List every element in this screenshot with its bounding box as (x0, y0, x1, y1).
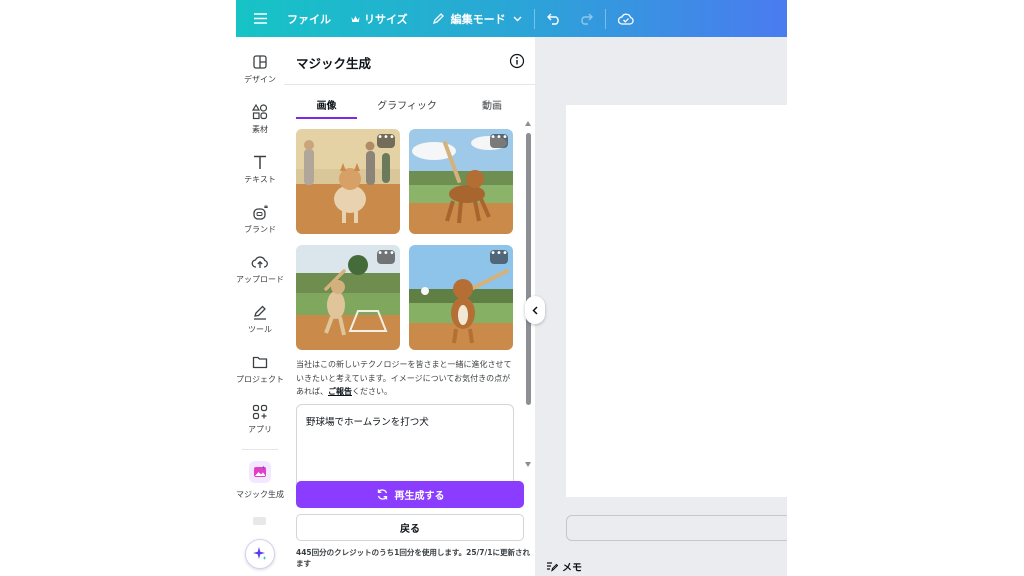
sidebar-item-design[interactable]: デザイン (236, 53, 284, 85)
edit-mode-label: 編集モード (450, 12, 506, 26)
chevron-down-icon (513, 16, 522, 21)
hamburger-icon (254, 13, 267, 24)
sidebar-item-brand[interactable]: ブランド (236, 203, 284, 235)
sidebar-item-label: ツール (248, 325, 272, 334)
redo-icon (580, 13, 593, 25)
tab-graphics[interactable]: グラフィック (369, 97, 445, 112)
sidebar-item-apps[interactable]: アプリ (236, 403, 284, 435)
disclaimer-after: ください。 (352, 387, 392, 396)
file-menu-label: ファイル (287, 12, 331, 26)
redo-button[interactable] (579, 0, 593, 37)
panel-title: マジック生成 (296, 56, 372, 71)
page-notes-bar[interactable] (566, 515, 787, 541)
design-page[interactable] (566, 105, 787, 497)
generated-image-3[interactable]: ••• (296, 245, 400, 350)
chevron-left-icon (532, 305, 538, 315)
pencil-icon (432, 13, 444, 25)
tab-videos[interactable]: 動画 (470, 97, 514, 112)
file-menu[interactable]: ファイル (287, 0, 331, 37)
sidebar-item-label: プロジェクト (236, 375, 284, 384)
more-options-button[interactable]: ••• (377, 133, 395, 148)
report-link[interactable]: ご報告 (328, 387, 352, 396)
menu-button[interactable] (254, 0, 267, 37)
refresh-icon (377, 489, 387, 500)
crown-icon (351, 15, 360, 22)
info-icon[interactable] (509, 53, 525, 69)
sidebar-item-label: デザイン (244, 75, 276, 84)
back-button[interactable]: 戻る (296, 514, 524, 541)
notes-button[interactable]: メモ (546, 559, 582, 574)
generated-image-4[interactable]: ••• (409, 245, 513, 350)
undo-button[interactable] (546, 0, 561, 37)
resize-label: リサイズ (364, 12, 408, 26)
sidebar-item-label: アップロード (236, 275, 284, 284)
text-icon (254, 155, 266, 169)
sidebar-item-label: アプリ (248, 425, 272, 434)
sidebar-item-label: テキスト (244, 175, 276, 184)
folder-icon (252, 356, 268, 369)
sidebar-item-label: マジック生成 (236, 490, 284, 499)
undo-icon (546, 13, 559, 25)
cloud-upload-icon (251, 256, 268, 268)
sidebar-divider (242, 449, 278, 450)
more-options-button[interactable]: ••• (490, 133, 508, 148)
top-bar: ファイル リサイズ 編集モード (236, 0, 787, 37)
prompt-input[interactable]: 野球場でホームランを打つ犬 (296, 404, 514, 484)
sidebar-item-label: 素材 (252, 125, 268, 134)
magic-assistant-button[interactable] (245, 539, 275, 569)
scroll-down-arrow[interactable] (525, 462, 531, 467)
sidebar-item-magic-media[interactable]: マジック生成 (236, 461, 284, 500)
magic-media-icon-bg (249, 461, 271, 483)
notes-icon (547, 562, 558, 572)
scroll-thumb[interactable] (526, 133, 531, 405)
sidebar-item-uploads[interactable]: アップロード (236, 253, 284, 285)
active-tab-indicator (296, 117, 357, 119)
generated-image-1[interactable]: ••• (296, 129, 400, 234)
disclaimer-text: 当社はこの新しいテクノロジーを皆さまと一緒に進化させていきたいと考えています。イ… (296, 358, 518, 399)
resize-button[interactable]: リサイズ (351, 0, 408, 37)
edit-mode-dropdown[interactable]: 編集モード (432, 0, 522, 37)
cloud-check-icon (617, 13, 634, 25)
sidebar-item-elements[interactable]: 素材 (236, 103, 284, 135)
notes-label: メモ (562, 563, 582, 574)
more-options-button[interactable]: ••• (490, 249, 508, 264)
collapse-panel-button[interactable] (525, 296, 545, 324)
more-options-button[interactable]: ••• (377, 249, 395, 264)
brand-icon (253, 204, 268, 220)
layout-icon (253, 55, 267, 69)
sidebar-item-projects[interactable]: プロジェクト (236, 353, 284, 385)
generated-image-2[interactable]: ••• (409, 129, 513, 234)
faded-icon (253, 517, 266, 525)
tab-images[interactable]: 画像 (296, 97, 357, 112)
regenerate-button[interactable]: 再生成する (296, 481, 524, 508)
app-window: ファイル リサイズ 編集モード デザイン 素材 テキスト ブランド アップロード… (236, 0, 787, 576)
left-sidebar: デザイン 素材 テキスト ブランド アップロード ツール プロジェクト アプリ (236, 37, 284, 576)
shapes-icon (251, 103, 268, 120)
sidebar-item-tools[interactable]: ツール (236, 303, 284, 335)
magic-image-icon (254, 465, 266, 477)
panel-divider (284, 84, 535, 85)
magic-media-panel: マジック生成 画像 グラフィック 動画 ••• ••• ••• ••• 当社はこ… (284, 37, 535, 576)
apps-icon (252, 404, 268, 420)
pen-tool-icon (254, 305, 266, 320)
toolbar-divider (604, 8, 606, 29)
credits-note: 445回分のクレジットのうち1回分を使用します。25/7/1に更新されます (296, 548, 530, 568)
sidebar-item-label: ブランド (244, 225, 276, 234)
scroll-up-arrow[interactable] (525, 121, 531, 126)
regenerate-label: 再生成する (394, 491, 445, 502)
sparkle-icon (253, 547, 267, 560)
toolbar-divider (533, 8, 535, 29)
sidebar-item-text[interactable]: テキスト (236, 153, 284, 185)
cloud-save-button[interactable] (617, 0, 634, 37)
